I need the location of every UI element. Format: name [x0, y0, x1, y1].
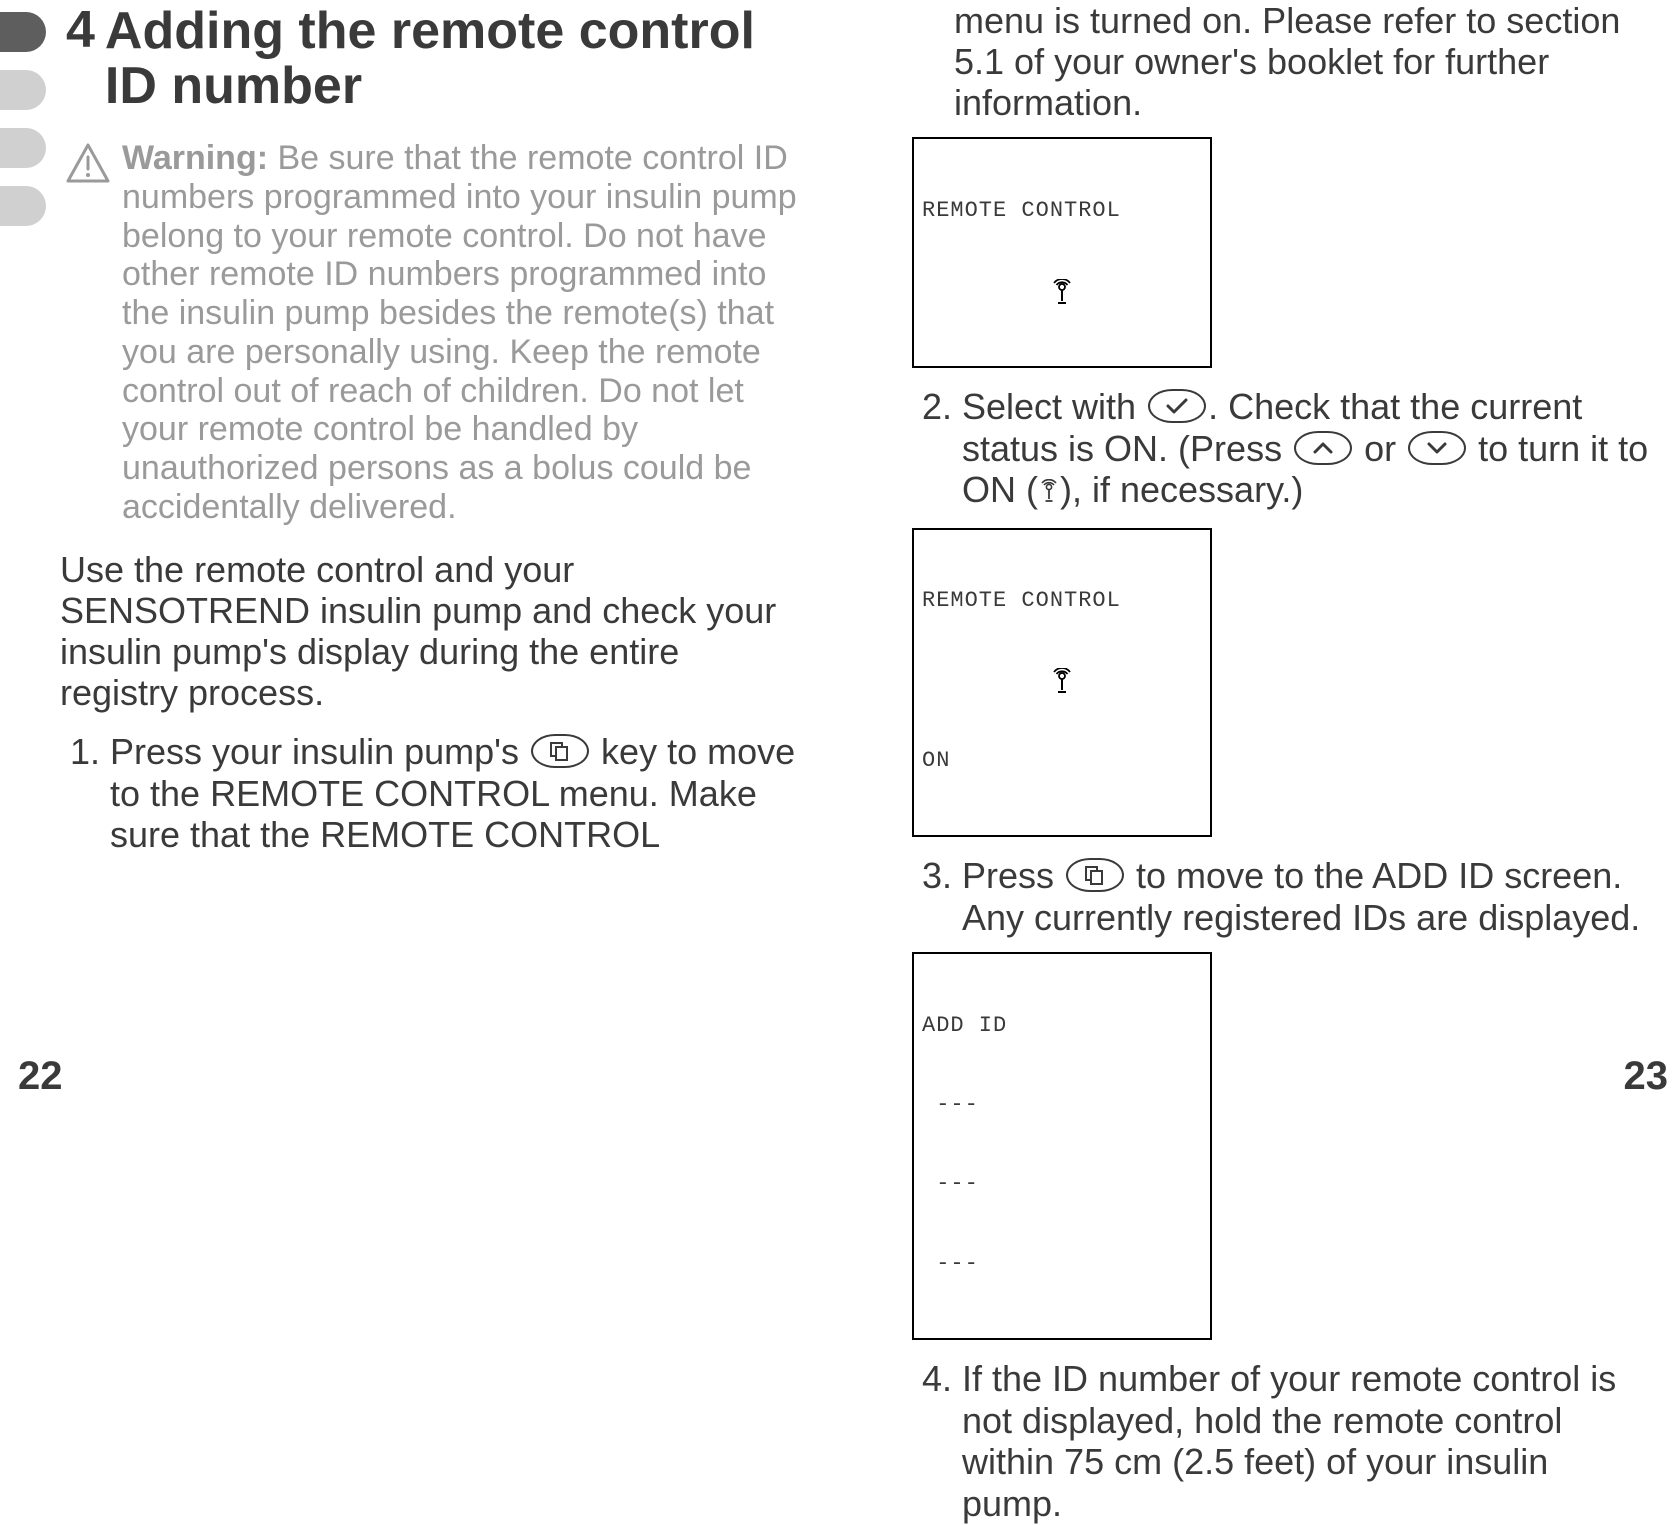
lcd-row: --- [922, 1251, 1202, 1277]
warning-body-text: Be sure that the remote control ID numbe… [122, 139, 797, 526]
step-body: Select with . Check that the current sta… [962, 386, 1654, 514]
side-tabs [0, 12, 46, 226]
side-tab-active [0, 12, 46, 52]
step-text: Press [962, 855, 1064, 896]
section-heading: 4 Adding the remote control ID number [66, 4, 802, 113]
lcd-title: REMOTE CONTROL [922, 588, 1202, 614]
lcd-row: --- [922, 1092, 1202, 1118]
warning-icon [66, 143, 110, 183]
warning-block: Warning: Be sure that the remote control… [66, 139, 802, 527]
step-2: 2. Select with . Check that the current … [912, 386, 1654, 514]
step-text: Press your insulin pump's [110, 731, 529, 772]
step-number: 2. [912, 386, 952, 514]
step-text: or [1354, 428, 1406, 469]
step-text: ), if necessary.) [1060, 469, 1303, 510]
section-title: Adding the remote control ID number [105, 4, 802, 113]
warning-text: Warning: Be sure that the remote control… [122, 139, 802, 527]
lcd-title: REMOTE CONTROL [922, 198, 1202, 224]
step-number: 1. [60, 731, 100, 856]
step-body: Press to move to the ADD ID screen. Any … [962, 855, 1654, 939]
continuation-paragraph: menu is turned on. Please refer to secti… [954, 0, 1654, 123]
antenna-icon [1038, 470, 1060, 512]
lcd-add-id: ADD ID --- --- --- [912, 952, 1212, 1339]
step-number: 3. [912, 855, 952, 939]
page-spread: 4 Adding the remote control ID number Wa… [0, 0, 1674, 1107]
page-number-right: 23 [1624, 1054, 1669, 1099]
step-3: 3. Press to move to the ADD ID screen. A… [912, 855, 1654, 939]
lcd-row: --- [922, 1171, 1202, 1197]
step-body: Press your insulin pump's key to move to… [110, 731, 802, 856]
menu-key-icon [531, 734, 589, 768]
lcd-status: ON [922, 748, 1202, 774]
check-key-icon [1148, 389, 1206, 423]
step-text: Select with [962, 386, 1146, 427]
step-4: 4. If the ID number of your remote contr… [912, 1358, 1654, 1525]
side-tab [0, 128, 46, 168]
warning-label: Warning: [122, 139, 268, 177]
step-1: 1. Press your insulin pump's key to move… [60, 731, 802, 856]
lcd-antenna-row [922, 668, 1202, 695]
step-body: If the ID number of your remote control … [962, 1358, 1654, 1525]
page-left: 4 Adding the remote control ID number Wa… [0, 0, 842, 1107]
lcd-title: ADD ID [922, 1013, 1202, 1039]
menu-key-icon [1066, 858, 1124, 892]
up-key-icon [1294, 431, 1352, 465]
page-number-left: 22 [18, 1054, 63, 1099]
step-number: 4. [912, 1358, 952, 1525]
lcd-remote-control: REMOTE CONTROL [912, 137, 1212, 368]
down-key-icon [1408, 431, 1466, 465]
antenna-icon [1050, 279, 1074, 305]
antenna-icon [1050, 668, 1074, 694]
intro-paragraph: Use the remote control and your SENSOTRE… [60, 549, 802, 713]
page-right: menu is turned on. Please refer to secti… [842, 0, 1674, 1107]
side-tab [0, 186, 46, 226]
section-number: 4 [66, 4, 95, 56]
side-tab [0, 70, 46, 110]
lcd-remote-control-on: REMOTE CONTROL ON [912, 528, 1212, 837]
